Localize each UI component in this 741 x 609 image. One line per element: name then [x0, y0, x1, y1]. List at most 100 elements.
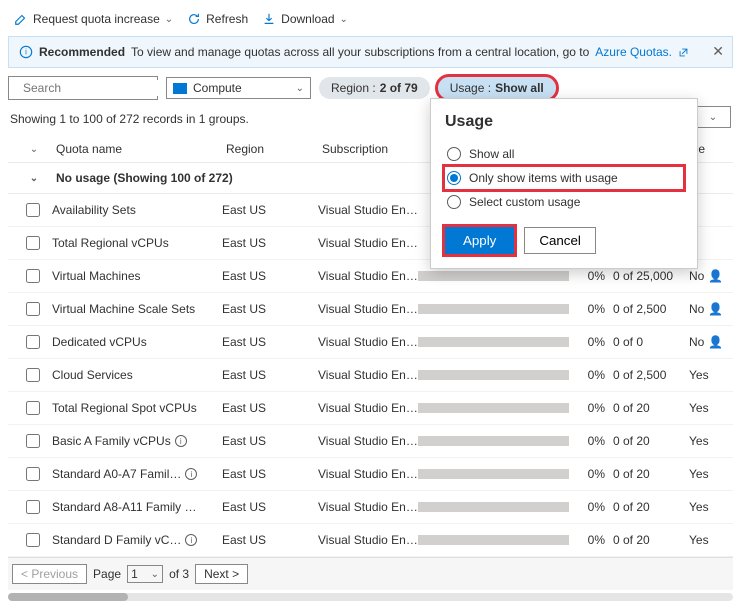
cell-region: East US	[222, 500, 318, 514]
info-icon[interactable]: i	[185, 468, 197, 480]
cell-region: East US	[222, 467, 318, 481]
next-page-button[interactable]: Next >	[195, 564, 248, 584]
usage-bar	[418, 403, 569, 413]
row-checkbox[interactable]	[26, 467, 40, 481]
info-icon[interactable]: i	[175, 435, 187, 447]
table-row[interactable]: Standard A0-A7 Famil… iEast USVisual Stu…	[8, 458, 733, 491]
row-checkbox[interactable]	[26, 203, 40, 217]
page-number-input[interactable]: 1⌄	[127, 565, 163, 583]
cell-usage-percent: 0%	[577, 368, 605, 382]
recommend-banner: i Recommended To view and manage quotas …	[8, 36, 733, 68]
download-button[interactable]: Download ⌄	[262, 12, 348, 26]
provider-dropdown[interactable]: Compute ⌄	[166, 77, 311, 99]
row-checkbox[interactable]	[26, 401, 40, 415]
option-label: Only show items with usage	[469, 171, 618, 185]
expand-all-toggle[interactable]: ⌄	[30, 144, 38, 155]
row-checkbox[interactable]	[26, 500, 40, 514]
recommend-text: To view and manage quotas across all you…	[131, 45, 589, 59]
table-row[interactable]: Total Regional Spot vCPUsEast USVisual S…	[8, 392, 733, 425]
search-input-container[interactable]	[8, 76, 158, 100]
row-checkbox[interactable]	[26, 302, 40, 316]
cell-quota: 0 of 20	[613, 500, 689, 514]
horizontal-scrollbar[interactable]	[8, 593, 733, 601]
cell-quota: 0 of 20	[613, 434, 689, 448]
column-options-dropdown[interactable]: ⌄	[695, 106, 731, 128]
refresh-button[interactable]: Refresh	[187, 12, 248, 26]
cancel-button[interactable]: Cancel	[524, 227, 596, 254]
cell-region: East US	[222, 368, 318, 382]
page-label: Page	[93, 567, 121, 581]
cell-subscription: Visual Studio En…	[318, 368, 418, 382]
cell-region: East US	[222, 335, 318, 349]
table-row[interactable]: Standard A8-A11 Family …East USVisual St…	[8, 491, 733, 524]
download-icon	[262, 12, 276, 26]
apply-button[interactable]: Apply	[445, 227, 514, 254]
option-label: Select custom usage	[469, 195, 580, 209]
cell-adjustable: Yes	[689, 467, 729, 481]
cell-subscription: Visual Studio En…	[318, 302, 418, 316]
cell-quota: 0 of 25,000	[613, 269, 689, 283]
region-filter-pill[interactable]: Region : 2 of 79	[319, 77, 430, 99]
chevron-down-icon: ⌄	[709, 112, 717, 123]
close-banner-button[interactable]: ✕	[712, 43, 724, 60]
radio-icon	[447, 147, 461, 161]
table-row[interactable]: Dedicated vCPUsEast USVisual Studio En…0…	[8, 326, 733, 359]
chevron-down-icon: ⌄	[165, 14, 173, 25]
usage-bar	[418, 370, 569, 380]
refresh-label: Refresh	[206, 12, 248, 26]
request-quota-button[interactable]: Request quota increase ⌄	[14, 12, 173, 26]
row-checkbox[interactable]	[26, 335, 40, 349]
chevron-down-icon: ⌄	[340, 14, 348, 25]
search-input[interactable]	[21, 80, 180, 96]
header-region[interactable]: Region	[226, 142, 322, 156]
header-quota-name[interactable]: Quota name	[56, 142, 226, 156]
azure-quotas-link[interactable]: Azure Quotas.	[595, 45, 672, 59]
table-row[interactable]: Virtual Machine Scale SetsEast USVisual …	[8, 293, 733, 326]
external-link-icon	[678, 47, 689, 58]
pager: < Previous Page 1⌄ of 3 Next >	[8, 557, 733, 590]
cell-region: East US	[222, 203, 318, 217]
refresh-icon	[187, 12, 201, 26]
popover-title: Usage	[445, 113, 683, 131]
cell-quota-name: Virtual Machine Scale Sets	[52, 302, 222, 316]
usage-option-with-usage[interactable]: Only show items with usage	[445, 167, 683, 189]
region-filter-label: Region :	[331, 81, 376, 95]
info-icon: i	[19, 45, 33, 59]
group-label: No usage (Showing 100 of 272)	[56, 171, 233, 185]
table-row[interactable]: Standard D Family vC… iEast USVisual Stu…	[8, 524, 733, 557]
option-label: Show all	[469, 147, 514, 161]
cell-subscription: Visual Studio En…	[318, 533, 418, 547]
header-subscription[interactable]: Subscription	[322, 142, 422, 156]
row-checkbox[interactable]	[26, 269, 40, 283]
cell-quota-name: Standard A8-A11 Family …	[52, 500, 222, 514]
cell-adjustable: Yes	[689, 434, 729, 448]
usage-bar	[418, 337, 569, 347]
cell-quota: 0 of 2,500	[613, 302, 689, 316]
prev-page-button[interactable]: < Previous	[12, 564, 87, 584]
table-row[interactable]: Cloud ServicesEast USVisual Studio En…0%…	[8, 359, 733, 392]
row-checkbox[interactable]	[26, 236, 40, 250]
row-checkbox[interactable]	[26, 368, 40, 382]
usage-option-show-all[interactable]: Show all	[445, 141, 683, 167]
usage-filter-pill[interactable]: Usage : Show all	[438, 77, 556, 99]
cell-quota-name: Standard D Family vC… i	[52, 533, 222, 547]
row-checkbox[interactable]	[26, 533, 40, 547]
cell-usage-percent: 0%	[577, 500, 605, 514]
row-checkbox[interactable]	[26, 434, 40, 448]
cell-subscription: Visual Studio En…	[318, 236, 418, 250]
cell-quota-name: Dedicated vCPUs	[52, 335, 222, 349]
compute-icon	[173, 83, 187, 94]
cell-subscription: Visual Studio En…	[318, 467, 418, 481]
table-row[interactable]: Basic A Family vCPUs iEast USVisual Stud…	[8, 425, 733, 458]
cell-quota-name: Standard A0-A7 Famil… i	[52, 467, 222, 481]
download-label: Download	[281, 12, 334, 26]
info-icon[interactable]: i	[185, 534, 197, 546]
usage-bar	[418, 304, 569, 314]
person-icon: 👤	[708, 302, 723, 316]
cell-adjustable: Yes	[689, 368, 729, 382]
cell-quota-name: Availability Sets	[52, 203, 222, 217]
scrollbar-thumb[interactable]	[8, 593, 128, 601]
cell-adjustable: Yes	[689, 500, 729, 514]
page-of-label: of 3	[169, 567, 189, 581]
usage-option-custom[interactable]: Select custom usage	[445, 189, 683, 215]
